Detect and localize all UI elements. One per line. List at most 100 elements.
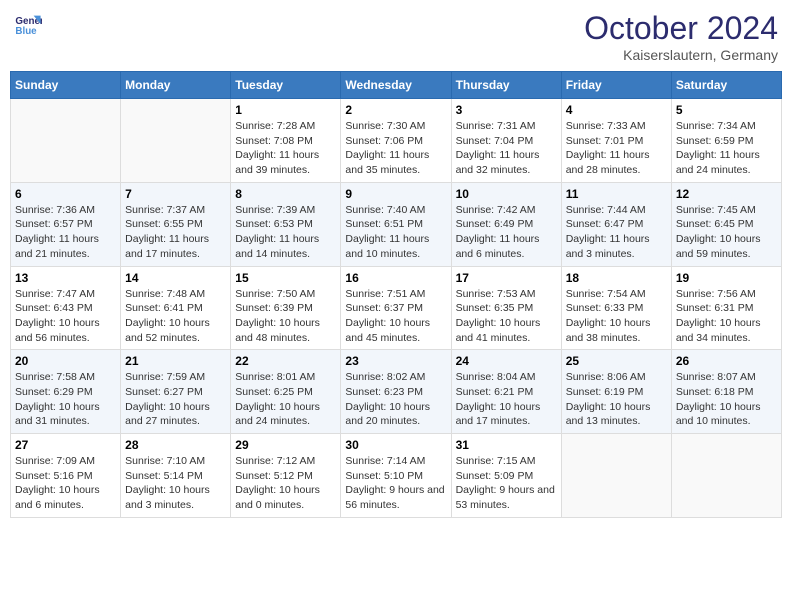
calendar-cell: 10 Sunrise: 7:42 AM Sunset: 6:49 PM Dayli… (451, 182, 561, 266)
day-info: Sunrise: 7:40 AM Sunset: 6:51 PM Dayligh… (345, 203, 446, 262)
day-number: 5 (676, 103, 777, 117)
day-info: Sunrise: 7:44 AM Sunset: 6:47 PM Dayligh… (566, 203, 667, 262)
day-number: 17 (456, 271, 557, 285)
calendar-cell: 7 Sunrise: 7:37 AM Sunset: 6:55 PM Daylig… (121, 182, 231, 266)
day-info: Sunrise: 7:14 AM Sunset: 5:10 PM Dayligh… (345, 454, 446, 513)
day-number: 31 (456, 438, 557, 452)
day-number: 8 (235, 187, 336, 201)
calendar-cell: 17 Sunrise: 7:53 AM Sunset: 6:35 PM Dayli… (451, 266, 561, 350)
day-number: 15 (235, 271, 336, 285)
main-title: October 2024 (584, 10, 778, 47)
day-number: 7 (125, 187, 226, 201)
day-info: Sunrise: 7:28 AM Sunset: 7:08 PM Dayligh… (235, 119, 336, 178)
weekday-header-sunday: Sunday (11, 72, 121, 99)
day-number: 18 (566, 271, 667, 285)
day-info: Sunrise: 7:59 AM Sunset: 6:27 PM Dayligh… (125, 370, 226, 429)
weekday-header-tuesday: Tuesday (231, 72, 341, 99)
calendar-cell: 5 Sunrise: 7:34 AM Sunset: 6:59 PM Daylig… (671, 99, 781, 183)
calendar-cell: 31 Sunrise: 7:15 AM Sunset: 5:09 PM Dayli… (451, 434, 561, 518)
title-section: October 2024 Kaiserslautern, Germany (584, 10, 778, 63)
weekday-header-saturday: Saturday (671, 72, 781, 99)
calendar-cell: 4 Sunrise: 7:33 AM Sunset: 7:01 PM Daylig… (561, 99, 671, 183)
page-header: General Blue October 2024 Kaiserslautern… (10, 10, 782, 63)
calendar-cell: 27Sunrise: 7:09 AM Sunset: 5:16 PM Dayli… (11, 434, 121, 518)
calendar-cell: 30 Sunrise: 7:14 AM Sunset: 5:10 PM Dayli… (341, 434, 451, 518)
calendar-cell (671, 434, 781, 518)
calendar-cell (11, 99, 121, 183)
day-info: Sunrise: 7:37 AM Sunset: 6:55 PM Dayligh… (125, 203, 226, 262)
day-info: Sunrise: 8:02 AM Sunset: 6:23 PM Dayligh… (345, 370, 446, 429)
day-info: Sunrise: 7:48 AM Sunset: 6:41 PM Dayligh… (125, 287, 226, 346)
calendar-cell: 1 Sunrise: 7:28 AM Sunset: 7:08 PM Daylig… (231, 99, 341, 183)
calendar-cell (121, 99, 231, 183)
calendar-cell: 11 Sunrise: 7:44 AM Sunset: 6:47 PM Dayli… (561, 182, 671, 266)
day-number: 28 (125, 438, 226, 452)
weekday-header-friday: Friday (561, 72, 671, 99)
day-number: 29 (235, 438, 336, 452)
day-info: Sunrise: 7:56 AM Sunset: 6:31 PM Dayligh… (676, 287, 777, 346)
day-info: Sunrise: 7:54 AM Sunset: 6:33 PM Dayligh… (566, 287, 667, 346)
calendar-cell: 21Sunrise: 7:59 AM Sunset: 6:27 PM Dayli… (121, 350, 231, 434)
calendar-cell: 29 Sunrise: 7:12 AM Sunset: 5:12 PM Dayli… (231, 434, 341, 518)
week-row-3: 13 Sunrise: 7:47 AM Sunset: 6:43 PM Dayli… (11, 266, 782, 350)
day-number: 13 (15, 271, 116, 285)
day-number: 26 (676, 354, 777, 368)
weekday-header-row: SundayMondayTuesdayWednesdayThursdayFrid… (11, 72, 782, 99)
day-info: Sunrise: 7:10 AM Sunset: 5:14 PM Dayligh… (125, 454, 226, 513)
day-info: Sunrise: 8:07 AM Sunset: 6:18 PM Dayligh… (676, 370, 777, 429)
calendar-cell (561, 434, 671, 518)
day-number: 25 (566, 354, 667, 368)
day-number: 14 (125, 271, 226, 285)
day-info: Sunrise: 7:39 AM Sunset: 6:53 PM Dayligh… (235, 203, 336, 262)
day-number: 24 (456, 354, 557, 368)
day-info: Sunrise: 7:50 AM Sunset: 6:39 PM Dayligh… (235, 287, 336, 346)
day-number: 1 (235, 103, 336, 117)
day-info: Sunrise: 7:47 AM Sunset: 6:43 PM Dayligh… (15, 287, 116, 346)
week-row-1: 1 Sunrise: 7:28 AM Sunset: 7:08 PM Daylig… (11, 99, 782, 183)
day-info: Sunrise: 7:12 AM Sunset: 5:12 PM Dayligh… (235, 454, 336, 513)
day-info: Sunrise: 8:04 AM Sunset: 6:21 PM Dayligh… (456, 370, 557, 429)
calendar-cell: 14 Sunrise: 7:48 AM Sunset: 6:41 PM Dayli… (121, 266, 231, 350)
day-number: 22 (235, 354, 336, 368)
weekday-header-thursday: Thursday (451, 72, 561, 99)
day-number: 4 (566, 103, 667, 117)
day-info: Sunrise: 7:51 AM Sunset: 6:37 PM Dayligh… (345, 287, 446, 346)
day-number: 20 (15, 354, 116, 368)
week-row-4: 20 Sunrise: 7:58 AM Sunset: 6:29 PM Dayli… (11, 350, 782, 434)
day-info: Sunrise: 7:34 AM Sunset: 6:59 PM Dayligh… (676, 119, 777, 178)
day-info: Sunrise: 7:58 AM Sunset: 6:29 PM Dayligh… (15, 370, 116, 429)
day-number: 3 (456, 103, 557, 117)
calendar-cell: 8 Sunrise: 7:39 AM Sunset: 6:53 PM Daylig… (231, 182, 341, 266)
day-info: Sunrise: 7:42 AM Sunset: 6:49 PM Dayligh… (456, 203, 557, 262)
day-number: 11 (566, 187, 667, 201)
weekday-header-monday: Monday (121, 72, 231, 99)
day-info: Sunrise: 8:01 AM Sunset: 6:25 PM Dayligh… (235, 370, 336, 429)
day-info: Sunrise: 7:15 AM Sunset: 5:09 PM Dayligh… (456, 454, 557, 513)
logo: General Blue (14, 10, 42, 38)
day-number: 30 (345, 438, 446, 452)
calendar-cell: 3 Sunrise: 7:31 AM Sunset: 7:04 PM Daylig… (451, 99, 561, 183)
calendar-cell: 25Sunrise: 8:06 AM Sunset: 6:19 PM Dayli… (561, 350, 671, 434)
day-info: Sunrise: 7:33 AM Sunset: 7:01 PM Dayligh… (566, 119, 667, 178)
calendar-cell: 24 Sunrise: 8:04 AM Sunset: 6:21 PM Dayli… (451, 350, 561, 434)
weekday-header-wednesday: Wednesday (341, 72, 451, 99)
calendar-cell: 18 Sunrise: 7:54 AM Sunset: 6:33 PM Dayli… (561, 266, 671, 350)
calendar-cell: 23Sunrise: 8:02 AM Sunset: 6:23 PM Dayli… (341, 350, 451, 434)
calendar-cell: 2 Sunrise: 7:30 AM Sunset: 7:06 PM Daylig… (341, 99, 451, 183)
day-info: Sunrise: 7:31 AM Sunset: 7:04 PM Dayligh… (456, 119, 557, 178)
svg-text:Blue: Blue (15, 26, 37, 37)
day-info: Sunrise: 7:30 AM Sunset: 7:06 PM Dayligh… (345, 119, 446, 178)
day-info: Sunrise: 7:53 AM Sunset: 6:35 PM Dayligh… (456, 287, 557, 346)
day-number: 6 (15, 187, 116, 201)
day-number: 19 (676, 271, 777, 285)
day-number: 10 (456, 187, 557, 201)
subtitle: Kaiserslautern, Germany (584, 47, 778, 63)
week-row-2: 6Sunrise: 7:36 AM Sunset: 6:57 PM Daylig… (11, 182, 782, 266)
day-info: Sunrise: 7:45 AM Sunset: 6:45 PM Dayligh… (676, 203, 777, 262)
calendar-cell: 22 Sunrise: 8:01 AM Sunset: 6:25 PM Dayli… (231, 350, 341, 434)
day-number: 2 (345, 103, 446, 117)
calendar-cell: 28 Sunrise: 7:10 AM Sunset: 5:14 PM Dayli… (121, 434, 231, 518)
calendar-cell: 19 Sunrise: 7:56 AM Sunset: 6:31 PM Dayli… (671, 266, 781, 350)
calendar-cell: 6Sunrise: 7:36 AM Sunset: 6:57 PM Daylig… (11, 182, 121, 266)
day-number: 16 (345, 271, 446, 285)
